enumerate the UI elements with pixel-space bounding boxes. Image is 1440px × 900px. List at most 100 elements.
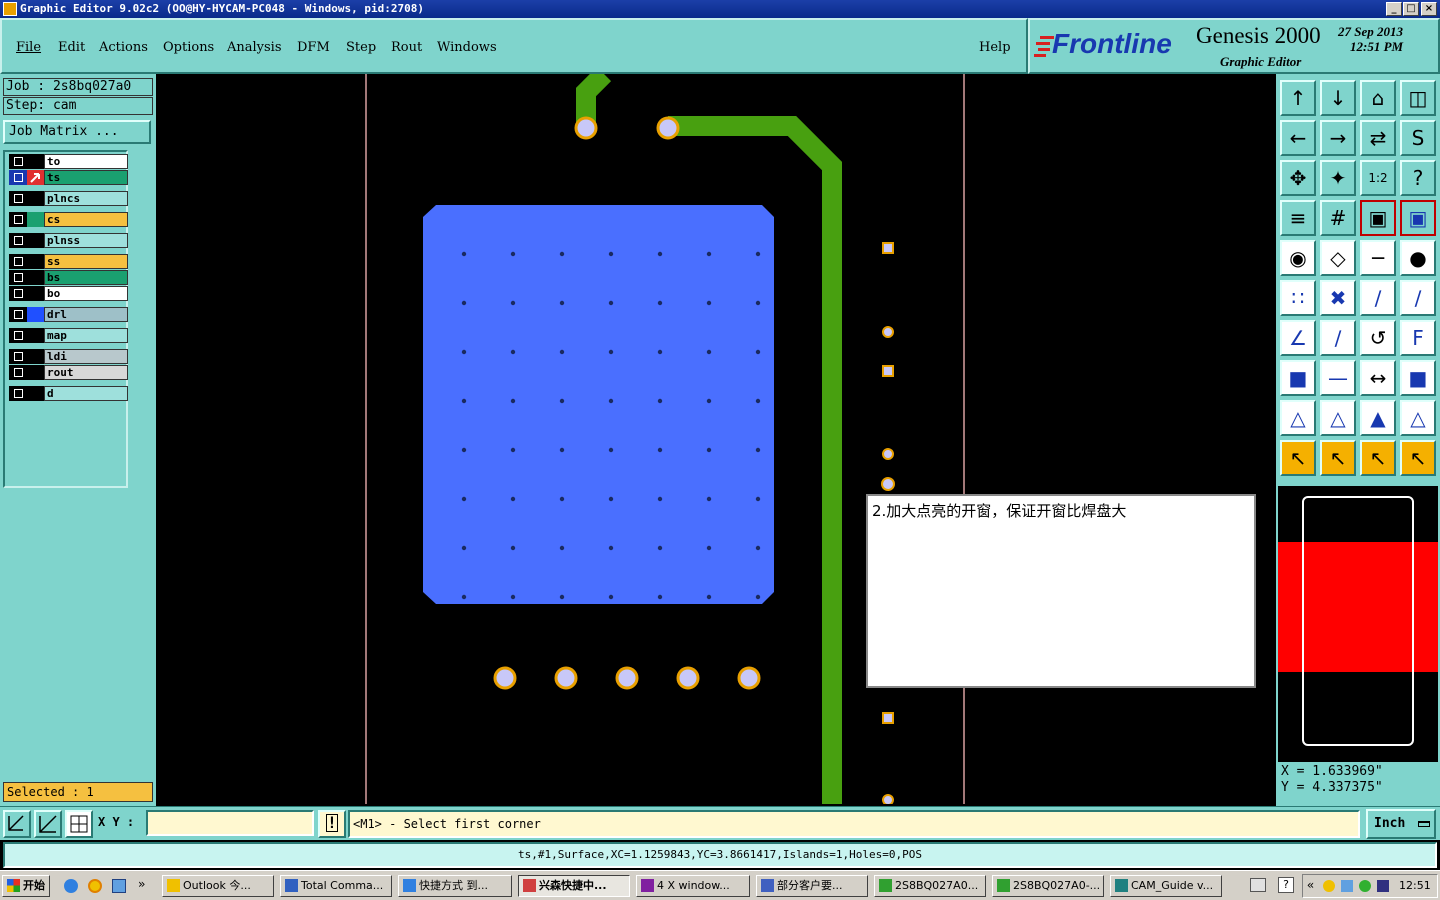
layer-color-swatch[interactable] (27, 328, 44, 343)
close-button[interactable]: × (1421, 2, 1437, 16)
swap-button[interactable]: ⇄ (1360, 120, 1396, 156)
menu-rout[interactable]: Rout (391, 40, 422, 55)
layer-compare-button[interactable]: ▣ (1360, 200, 1396, 236)
menu-windows[interactable]: Windows (437, 40, 497, 55)
connect-nodes-button[interactable]: ∷ (1280, 280, 1316, 316)
taskbar-item[interactable]: 2S8BQ027A0-... (992, 875, 1104, 897)
minimize-button[interactable]: _ (1386, 2, 1402, 16)
menu-dfm[interactable]: DFM (297, 40, 330, 55)
help-query-button[interactable]: ? (1400, 160, 1436, 196)
layer-row-rout[interactable]: rout (9, 365, 128, 380)
layer-color-swatch[interactable] (27, 191, 44, 206)
taskbar-item[interactable]: 快捷方式 到... (398, 875, 512, 897)
job-matrix-button[interactable]: Job Matrix ... (3, 120, 151, 144)
layer-name[interactable]: rout (44, 365, 128, 380)
ie-icon[interactable] (64, 879, 78, 893)
angle-button[interactable]: ∠ (1280, 320, 1316, 356)
layer-checkbox[interactable] (9, 212, 27, 227)
layer-name[interactable]: plnss (44, 233, 128, 248)
layer-checkbox[interactable] (9, 191, 27, 206)
menu-step[interactable]: Step (346, 40, 376, 55)
layer-checkbox[interactable] (9, 328, 27, 343)
layer-row-drl[interactable]: drl (9, 307, 128, 322)
layer-row-ss[interactable]: ss (9, 254, 128, 269)
circle-dot-button[interactable]: ● (1400, 240, 1436, 276)
taskbar-item[interactable]: 2S8BQ027A0... (874, 875, 986, 897)
layer-checkbox[interactable] (9, 254, 27, 269)
quicklaunch-icon[interactable] (88, 879, 102, 893)
tray-network-icon[interactable] (1341, 880, 1353, 892)
layer-name[interactable]: to (44, 154, 128, 169)
center-button[interactable]: ✦ (1320, 160, 1356, 196)
layer-name[interactable]: cs (44, 212, 128, 227)
taskbar-item[interactable]: Total Comma... (280, 875, 392, 897)
layer-color-swatch[interactable] (27, 349, 44, 364)
pcb-view[interactable] (156, 74, 1276, 804)
tray-app-icon[interactable] (1323, 880, 1335, 892)
line-node-red-button[interactable]: ∕ (1400, 280, 1436, 316)
move-shape-button[interactable]: ◇ (1320, 240, 1356, 276)
layer-color-swatch[interactable] (27, 286, 44, 301)
layer-name[interactable]: plncs (44, 191, 128, 206)
layer-color-swatch[interactable] (27, 254, 44, 269)
tray-update-icon[interactable] (1359, 880, 1371, 892)
layer-name[interactable]: ldi (44, 349, 128, 364)
layer-color-swatch[interactable] (27, 154, 44, 169)
receive-button[interactable]: ↓ (1320, 80, 1356, 116)
layer-row-plnss[interactable]: plnss (9, 233, 128, 248)
grid-button[interactable]: # (1320, 200, 1356, 236)
menu-file[interactable]: File (16, 40, 41, 55)
s-curve-button[interactable]: S (1400, 120, 1436, 156)
step-left-button[interactable]: ← (1280, 120, 1316, 156)
layer-checkbox[interactable] (9, 270, 27, 285)
cross-button[interactable]: ✖ (1320, 280, 1356, 316)
menu-analysis[interactable]: Analysis (227, 40, 282, 55)
scale-1to2-button[interactable]: 1:2 (1360, 160, 1396, 196)
app-icon[interactable] (3, 2, 17, 16)
menu-actions[interactable]: Actions (99, 40, 148, 55)
layer-checkbox[interactable] (9, 170, 27, 185)
graphic-canvas[interactable] (156, 74, 1276, 804)
layer-row-bs[interactable]: bs (9, 270, 128, 285)
layer-color-swatch[interactable] (27, 233, 44, 248)
layer-name[interactable]: bs (44, 270, 128, 285)
layer-color-swatch[interactable] (27, 365, 44, 380)
pad-select-button[interactable]: ■ (1280, 360, 1316, 396)
layer-row-cs[interactable]: cs (9, 212, 128, 227)
pointer-box-button[interactable]: ↖ (1320, 440, 1356, 476)
start-button[interactable]: 开始 (2, 875, 50, 897)
layer-color-swatch[interactable] (27, 386, 44, 401)
units-selector[interactable]: Inch (1366, 809, 1436, 839)
arc-button[interactable]: ↺ (1360, 320, 1396, 356)
taskbar-item[interactable]: 部分客户要... (756, 875, 868, 897)
window-split-button[interactable]: ◫ (1400, 80, 1436, 116)
layer-checkbox[interactable] (9, 154, 27, 169)
layer-row-ldi[interactable]: ldi (9, 349, 128, 364)
triangle-cross-button[interactable]: △ (1400, 400, 1436, 436)
pointer-select-button[interactable]: ↖ (1360, 440, 1396, 476)
desktop-icon[interactable] (112, 879, 126, 893)
filter-settings-button[interactable]: ≡ (1280, 200, 1316, 236)
zoom-window-button[interactable] (3, 810, 31, 838)
layer-name[interactable]: d (44, 386, 128, 401)
layer-checkbox[interactable] (9, 386, 27, 401)
layer-color-swatch[interactable] (27, 170, 44, 185)
layer-row-to[interactable]: to (9, 154, 128, 169)
triangle-a-button[interactable]: ▲ (1360, 400, 1396, 436)
layer-name[interactable]: bo (44, 286, 128, 301)
help-icon[interactable]: ? (1278, 877, 1294, 893)
tray-expand[interactable]: « (1307, 878, 1314, 892)
layer-row-d[interactable]: d (9, 386, 128, 401)
measure-button[interactable] (34, 810, 62, 838)
line-node-button[interactable]: ∕ (1360, 280, 1396, 316)
quicklaunch-more[interactable]: » (138, 877, 145, 891)
layer-name[interactable]: ts (44, 170, 128, 185)
dimension-button[interactable]: ↔ (1360, 360, 1396, 396)
xy-input[interactable] (146, 810, 314, 836)
layer-name[interactable]: drl (44, 307, 128, 322)
layer-color-swatch[interactable] (27, 270, 44, 285)
triangle-up-button[interactable]: △ (1320, 400, 1356, 436)
grid-snap-button[interactable] (65, 810, 93, 838)
taskbar-item[interactable]: CAM_Guide v... (1110, 875, 1222, 897)
feature-fill-button[interactable]: ◉ (1280, 240, 1316, 276)
